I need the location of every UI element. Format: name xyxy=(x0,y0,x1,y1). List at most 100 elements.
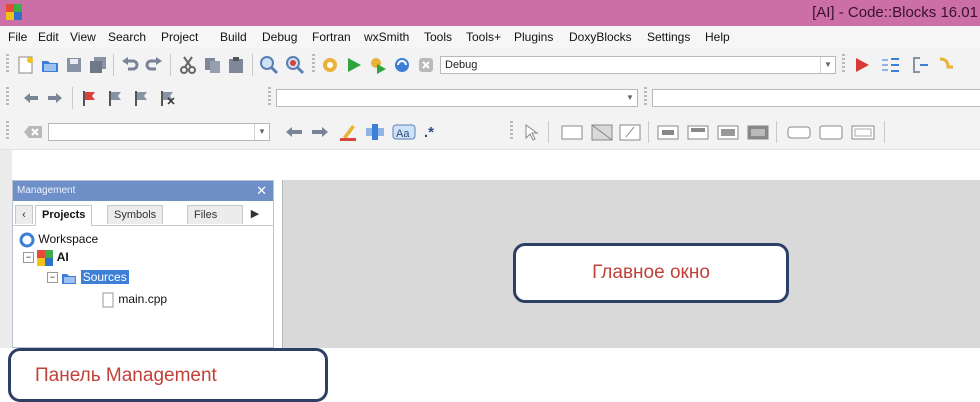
title-bar: [AI] - Code::Blocks 16.01 xyxy=(0,0,980,26)
build-icon[interactable] xyxy=(320,55,340,75)
chevron-down-icon[interactable]: ▼ xyxy=(820,57,835,73)
toolbar-grip[interactable] xyxy=(644,87,647,107)
code-completion-scope-select[interactable]: ▼ xyxy=(276,89,638,107)
open-file-icon[interactable] xyxy=(40,55,60,75)
rebuild-icon[interactable] xyxy=(392,55,412,75)
highlight-icon[interactable] xyxy=(338,122,358,142)
forward-arrow-icon[interactable] xyxy=(46,90,64,106)
bitmap-button-icon[interactable] xyxy=(850,123,876,141)
toolbar-separator xyxy=(170,54,171,76)
tab-symbols[interactable]: Symbols xyxy=(107,205,164,224)
dialog-widget-icon[interactable] xyxy=(590,123,614,141)
chevron-down-icon[interactable]: ▼ xyxy=(254,124,269,140)
tab-scroll-left-icon[interactable]: ‹ xyxy=(15,205,33,224)
undo-icon[interactable] xyxy=(120,55,140,75)
menu-tools-plus[interactable]: Tools+ xyxy=(466,30,501,44)
selected-text-icon[interactable] xyxy=(364,122,386,142)
debug-run-icon[interactable] xyxy=(852,55,872,75)
menu-settings[interactable]: Settings xyxy=(647,30,690,44)
save-all-icon[interactable] xyxy=(88,55,108,75)
build-and-run-icon[interactable] xyxy=(368,55,388,75)
frame-widget-icon[interactable] xyxy=(560,123,584,141)
flex-sizer-icon[interactable] xyxy=(746,123,770,141)
bookmark-flag-icon[interactable] xyxy=(80,89,98,107)
tree-label-project: AI xyxy=(56,250,69,264)
back-arrow-icon[interactable] xyxy=(22,90,40,106)
toolbar-grip[interactable] xyxy=(6,121,9,141)
menu-doxyblocks[interactable]: DoxyBlocks xyxy=(569,30,632,44)
find-icon[interactable] xyxy=(258,54,280,76)
regex-toggle[interactable]: .* xyxy=(424,124,434,141)
menu-file[interactable]: File xyxy=(8,30,27,44)
next-bookmark-icon[interactable] xyxy=(132,89,150,107)
panel-widget-icon[interactable] xyxy=(618,123,642,141)
menu-project[interactable]: Project xyxy=(161,30,198,44)
cut-icon[interactable] xyxy=(178,55,198,75)
main-toolbar: Debug ▼ xyxy=(0,48,980,82)
build-target-select[interactable]: Debug ▼ xyxy=(440,56,836,74)
collapse-icon[interactable]: − xyxy=(47,272,58,284)
project-icon xyxy=(37,249,54,266)
toolbar-grip[interactable] xyxy=(842,54,845,74)
find-next-icon[interactable] xyxy=(310,124,330,140)
clear-bookmarks-icon[interactable] xyxy=(158,89,176,107)
next-line-icon[interactable] xyxy=(936,55,956,75)
collapse-icon[interactable]: − xyxy=(23,252,34,264)
step-into-icon[interactable] xyxy=(880,55,902,75)
chevron-down-icon[interactable]: ▼ xyxy=(623,90,637,106)
menu-bar: File Edit View Search Project Build Debu… xyxy=(0,26,980,48)
button-widget-icon[interactable] xyxy=(786,123,812,141)
match-case-icon[interactable]: Aa xyxy=(392,122,416,142)
menu-view[interactable]: View xyxy=(70,30,96,44)
save-icon[interactable] xyxy=(64,55,84,75)
tree-item-workspace[interactable]: Workspace xyxy=(19,231,98,248)
menu-help[interactable]: Help xyxy=(705,30,730,44)
toggle-button-icon[interactable] xyxy=(818,123,844,141)
tab-files[interactable]: Files xyxy=(187,205,243,224)
tree-item-project[interactable]: − AI xyxy=(23,249,69,266)
menu-build[interactable]: Build xyxy=(220,30,247,44)
replace-icon[interactable] xyxy=(284,54,306,76)
clear-search-icon[interactable] xyxy=(22,123,44,141)
find-previous-icon[interactable] xyxy=(284,124,304,140)
menu-fortran[interactable]: Fortran xyxy=(312,30,351,44)
search-input[interactable]: ▼ xyxy=(48,123,270,141)
toolbar-separator xyxy=(648,121,649,143)
prev-bookmark-icon[interactable] xyxy=(106,89,124,107)
main-window-callout: Главное окно xyxy=(513,243,789,303)
new-file-icon[interactable] xyxy=(16,55,36,75)
close-icon[interactable]: ✕ xyxy=(256,183,267,199)
redo-icon[interactable] xyxy=(144,55,164,75)
toolbar-grip[interactable] xyxy=(312,54,315,74)
static-box-sizer-icon[interactable] xyxy=(686,123,710,141)
tab-projects[interactable]: Projects xyxy=(35,205,93,226)
toolbar-grip[interactable] xyxy=(268,87,271,107)
paste-icon[interactable] xyxy=(226,55,246,75)
run-icon[interactable] xyxy=(344,55,364,75)
menu-wxsmith[interactable]: wxSmith xyxy=(364,30,409,44)
toolbar-separator xyxy=(776,121,777,143)
abort-icon[interactable] xyxy=(416,55,436,75)
tree-item-sources[interactable]: − Sources xyxy=(47,269,129,285)
toolbar-grip[interactable] xyxy=(6,87,9,107)
toolbar-grip[interactable] xyxy=(6,54,9,74)
tree-item-main-cpp[interactable]: main.cpp xyxy=(101,291,167,308)
management-header[interactable]: Management ✕ xyxy=(13,181,273,201)
menu-tools[interactable]: Tools xyxy=(424,30,452,44)
tree-label-sources: Sources xyxy=(80,270,129,284)
menu-debug[interactable]: Debug xyxy=(262,30,297,44)
code-completion-function-select[interactable] xyxy=(652,89,980,107)
box-sizer-icon[interactable] xyxy=(656,123,680,141)
tab-scroll-right-icon[interactable]: ▶ xyxy=(245,205,265,224)
search-toolbar: ▼ Aa .* xyxy=(0,115,980,150)
toolbar-grip[interactable] xyxy=(510,121,513,141)
management-tabs: ‹ Projects Symbols Files ▶ xyxy=(13,205,273,226)
copy-icon[interactable] xyxy=(202,55,222,75)
menu-plugins[interactable]: Plugins xyxy=(514,30,553,44)
step-out-icon[interactable] xyxy=(908,55,930,75)
toolbar-separator xyxy=(113,54,114,76)
menu-search[interactable]: Search xyxy=(108,30,146,44)
pointer-icon[interactable] xyxy=(522,123,540,141)
grid-sizer-icon[interactable] xyxy=(716,123,740,141)
menu-edit[interactable]: Edit xyxy=(38,30,59,44)
